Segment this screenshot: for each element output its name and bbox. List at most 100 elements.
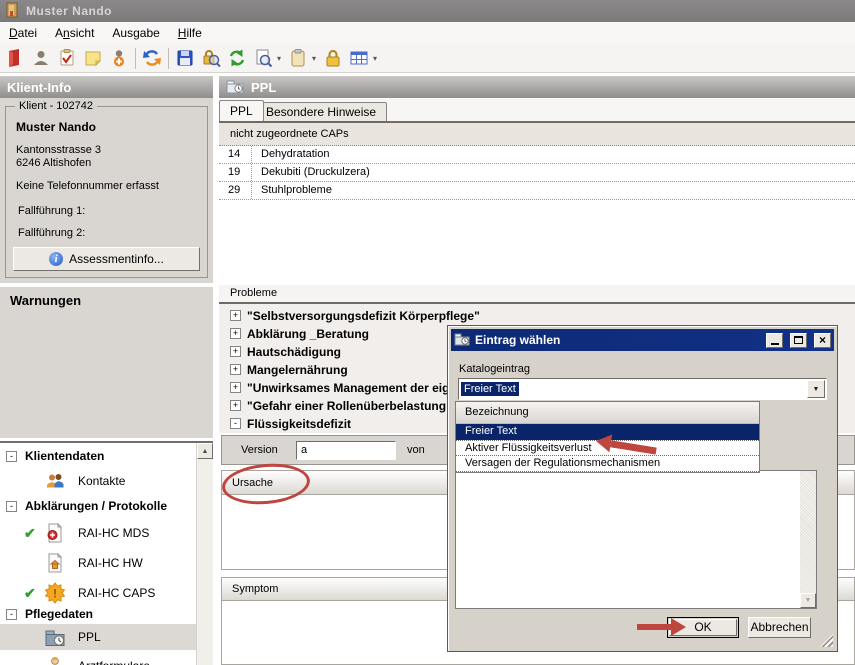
dialog-titlebar: Eintrag wählen × <box>451 329 834 351</box>
problem-item-fluessigkeitsdefizit[interactable]: - Flüssigkeitsdefizit <box>219 415 351 432</box>
menu-hilfe[interactable]: Hilfe <box>169 22 211 44</box>
expand-box-icon[interactable]: + <box>230 346 241 357</box>
version-input[interactable]: a <box>296 441 396 460</box>
sync-icon[interactable] <box>139 46 165 71</box>
von-label: von <box>407 444 425 456</box>
problem-item[interactable]: + Abklärung _Beratung <box>219 325 369 342</box>
tab-ppl[interactable]: PPL <box>219 100 264 121</box>
dialog-list-area[interactable]: ▼ <box>455 470 817 609</box>
document-home-icon <box>44 552 68 574</box>
collapse-box-icon[interactable]: - <box>230 418 241 429</box>
doctor-icon <box>44 655 68 665</box>
katalogeintrag-combobox[interactable]: Freier Text ▼ <box>458 378 827 400</box>
caps-row[interactable]: 29 Stuhlprobleme <box>219 182 855 200</box>
svg-text:!: ! <box>53 587 57 601</box>
clipboard-check-icon[interactable] <box>54 46 80 71</box>
main-title: PPL <box>251 80 276 95</box>
check-icon: ✔ <box>24 585 44 602</box>
tree-item-arztformulare[interactable]: Arztformulare <box>0 652 150 665</box>
klient-info-header: Klient-Info <box>0 76 213 98</box>
problem-item[interactable]: + Mangelernährung <box>219 361 348 378</box>
klient-groupbox: Klient - 102742 Muster Nando Kantonsstra… <box>5 106 208 278</box>
client-name: Muster Nando <box>16 120 96 134</box>
tree-item-rai-hc-mds[interactable]: ✔ RAI-HC MDS <box>0 519 149 547</box>
save-icon[interactable] <box>172 46 198 71</box>
combobox-dropdown-button[interactable]: ▼ <box>807 380 825 398</box>
warnings-panel: Warnungen <box>0 287 213 438</box>
assessmentinfo-button[interactable]: i Assessmentinfo... <box>13 247 200 271</box>
copy-clipboard-icon[interactable] <box>285 46 311 71</box>
lock-icon[interactable] <box>320 46 346 71</box>
tree-section-pflegedaten[interactable]: - Pflegedaten <box>0 607 93 621</box>
scroll-down-icon[interactable]: ▼ <box>800 593 816 608</box>
grid-icon[interactable] <box>346 46 372 71</box>
toolbar-separator <box>135 48 136 69</box>
caps-list-header: nicht zugeordnete CAPs <box>219 123 855 146</box>
menu-datei[interactable]: Datei <box>0 22 46 44</box>
caps-row[interactable]: 14 Dehydratation <box>219 146 855 164</box>
patient-icon[interactable] <box>106 46 132 71</box>
tree-section-klientendaten[interactable]: - Klientendaten <box>0 449 104 463</box>
expand-box-icon[interactable]: + <box>230 364 241 375</box>
note-icon[interactable] <box>80 46 106 71</box>
option-versagen-regulationsmechanismen[interactable]: Versagen der Regulationsmechanismen <box>456 456 759 472</box>
list-column-header[interactable]: Bezeichnung <box>456 402 759 424</box>
expand-box-icon[interactable]: + <box>230 328 241 339</box>
problems-header: Probleme <box>219 285 855 302</box>
close-icon: × <box>819 335 826 346</box>
maximize-button[interactable] <box>790 333 807 348</box>
expand-box-icon[interactable]: + <box>230 382 241 393</box>
collapse-box-icon[interactable]: - <box>6 609 17 620</box>
app-window: Muster Nando Datei Ansicht Ausgabe Hilfe… <box>0 0 855 665</box>
problem-item[interactable]: + "Unwirksames Management der eig <box>219 379 449 396</box>
version-label: Version <box>241 444 278 456</box>
chevron-down-icon[interactable]: ▾ <box>312 54 316 63</box>
menu-ansicht[interactable]: Ansicht <box>46 22 103 44</box>
tab-strip: PPL Besondere Hinweise <box>219 99 855 121</box>
problem-item[interactable]: + "Gefahr einer Rollenüberbelastung <box>219 397 446 414</box>
fallfuehrung-2-label: Fallführung 2: <box>18 227 85 239</box>
tab-besondere-hinweise[interactable]: Besondere Hinweise <box>255 102 387 121</box>
user-icon[interactable] <box>28 46 54 71</box>
minimize-button[interactable] <box>766 333 783 348</box>
scroll-up-icon[interactable]: ▲ <box>197 443 213 459</box>
collapse-box-icon[interactable]: - <box>6 501 17 512</box>
check-icon: ✔ <box>24 525 44 542</box>
folder-clock-icon <box>44 627 68 647</box>
expand-box-icon[interactable]: + <box>230 400 241 411</box>
resize-grip[interactable] <box>820 634 833 647</box>
arrow-head-icon <box>595 432 613 452</box>
caps-row[interactable]: 19 Dekubiti (Druckulzera) <box>219 164 855 182</box>
chevron-down-icon[interactable]: ▾ <box>373 54 377 63</box>
eintrag-waehlen-dialog: Eintrag wählen × Katalogeintrag Freier T… <box>447 325 838 652</box>
caps-list: nicht zugeordnete CAPs 14 Dehydratation … <box>219 121 855 200</box>
tree-item-rai-hc-hw[interactable]: RAI-HC HW <box>0 549 143 577</box>
folder-clock-icon <box>454 331 470 349</box>
main-toolbar: ▾ ▾ ▾ <box>0 44 855 73</box>
cancel-button[interactable]: Abbrechen <box>748 617 811 638</box>
tree-scrollbar[interactable]: ▲ <box>196 443 213 665</box>
app-icon <box>5 2 20 21</box>
print-preview-icon[interactable] <box>250 46 276 71</box>
window-title: Muster Nando <box>26 4 112 18</box>
menu-ausgabe[interactable]: Ausgabe <box>103 22 168 44</box>
close-button[interactable]: × <box>814 333 831 348</box>
tree-item-ppl[interactable]: PPL <box>0 624 196 650</box>
refresh-icon[interactable] <box>224 46 250 71</box>
problem-item[interactable]: + "Selbstversorgungsdefizit Körperpflege… <box>219 307 480 324</box>
client-address-city: 6246 Altishofen <box>16 157 91 169</box>
collapse-box-icon[interactable]: - <box>6 451 17 462</box>
chevron-down-icon[interactable]: ▾ <box>277 54 281 63</box>
contacts-icon <box>44 470 68 492</box>
client-phone-note: Keine Telefonnummer erfasst <box>16 180 159 192</box>
window-titlebar: Muster Nando <box>0 0 855 22</box>
tree-section-abklaerungen[interactable]: - Abklärungen / Protokolle <box>0 499 167 513</box>
search-lock-icon[interactable] <box>198 46 224 71</box>
expand-box-icon[interactable]: + <box>230 310 241 321</box>
maximize-icon <box>794 336 803 344</box>
tree-item-rai-hc-caps[interactable]: ✔ ! RAI-HC CAPS <box>0 579 155 607</box>
tree-item-kontakte[interactable]: Kontakte <box>0 467 125 495</box>
dialog-list-scrollbar[interactable] <box>800 471 816 608</box>
problem-item[interactable]: + Hautschädigung <box>219 343 341 360</box>
exit-icon[interactable] <box>2 46 28 71</box>
